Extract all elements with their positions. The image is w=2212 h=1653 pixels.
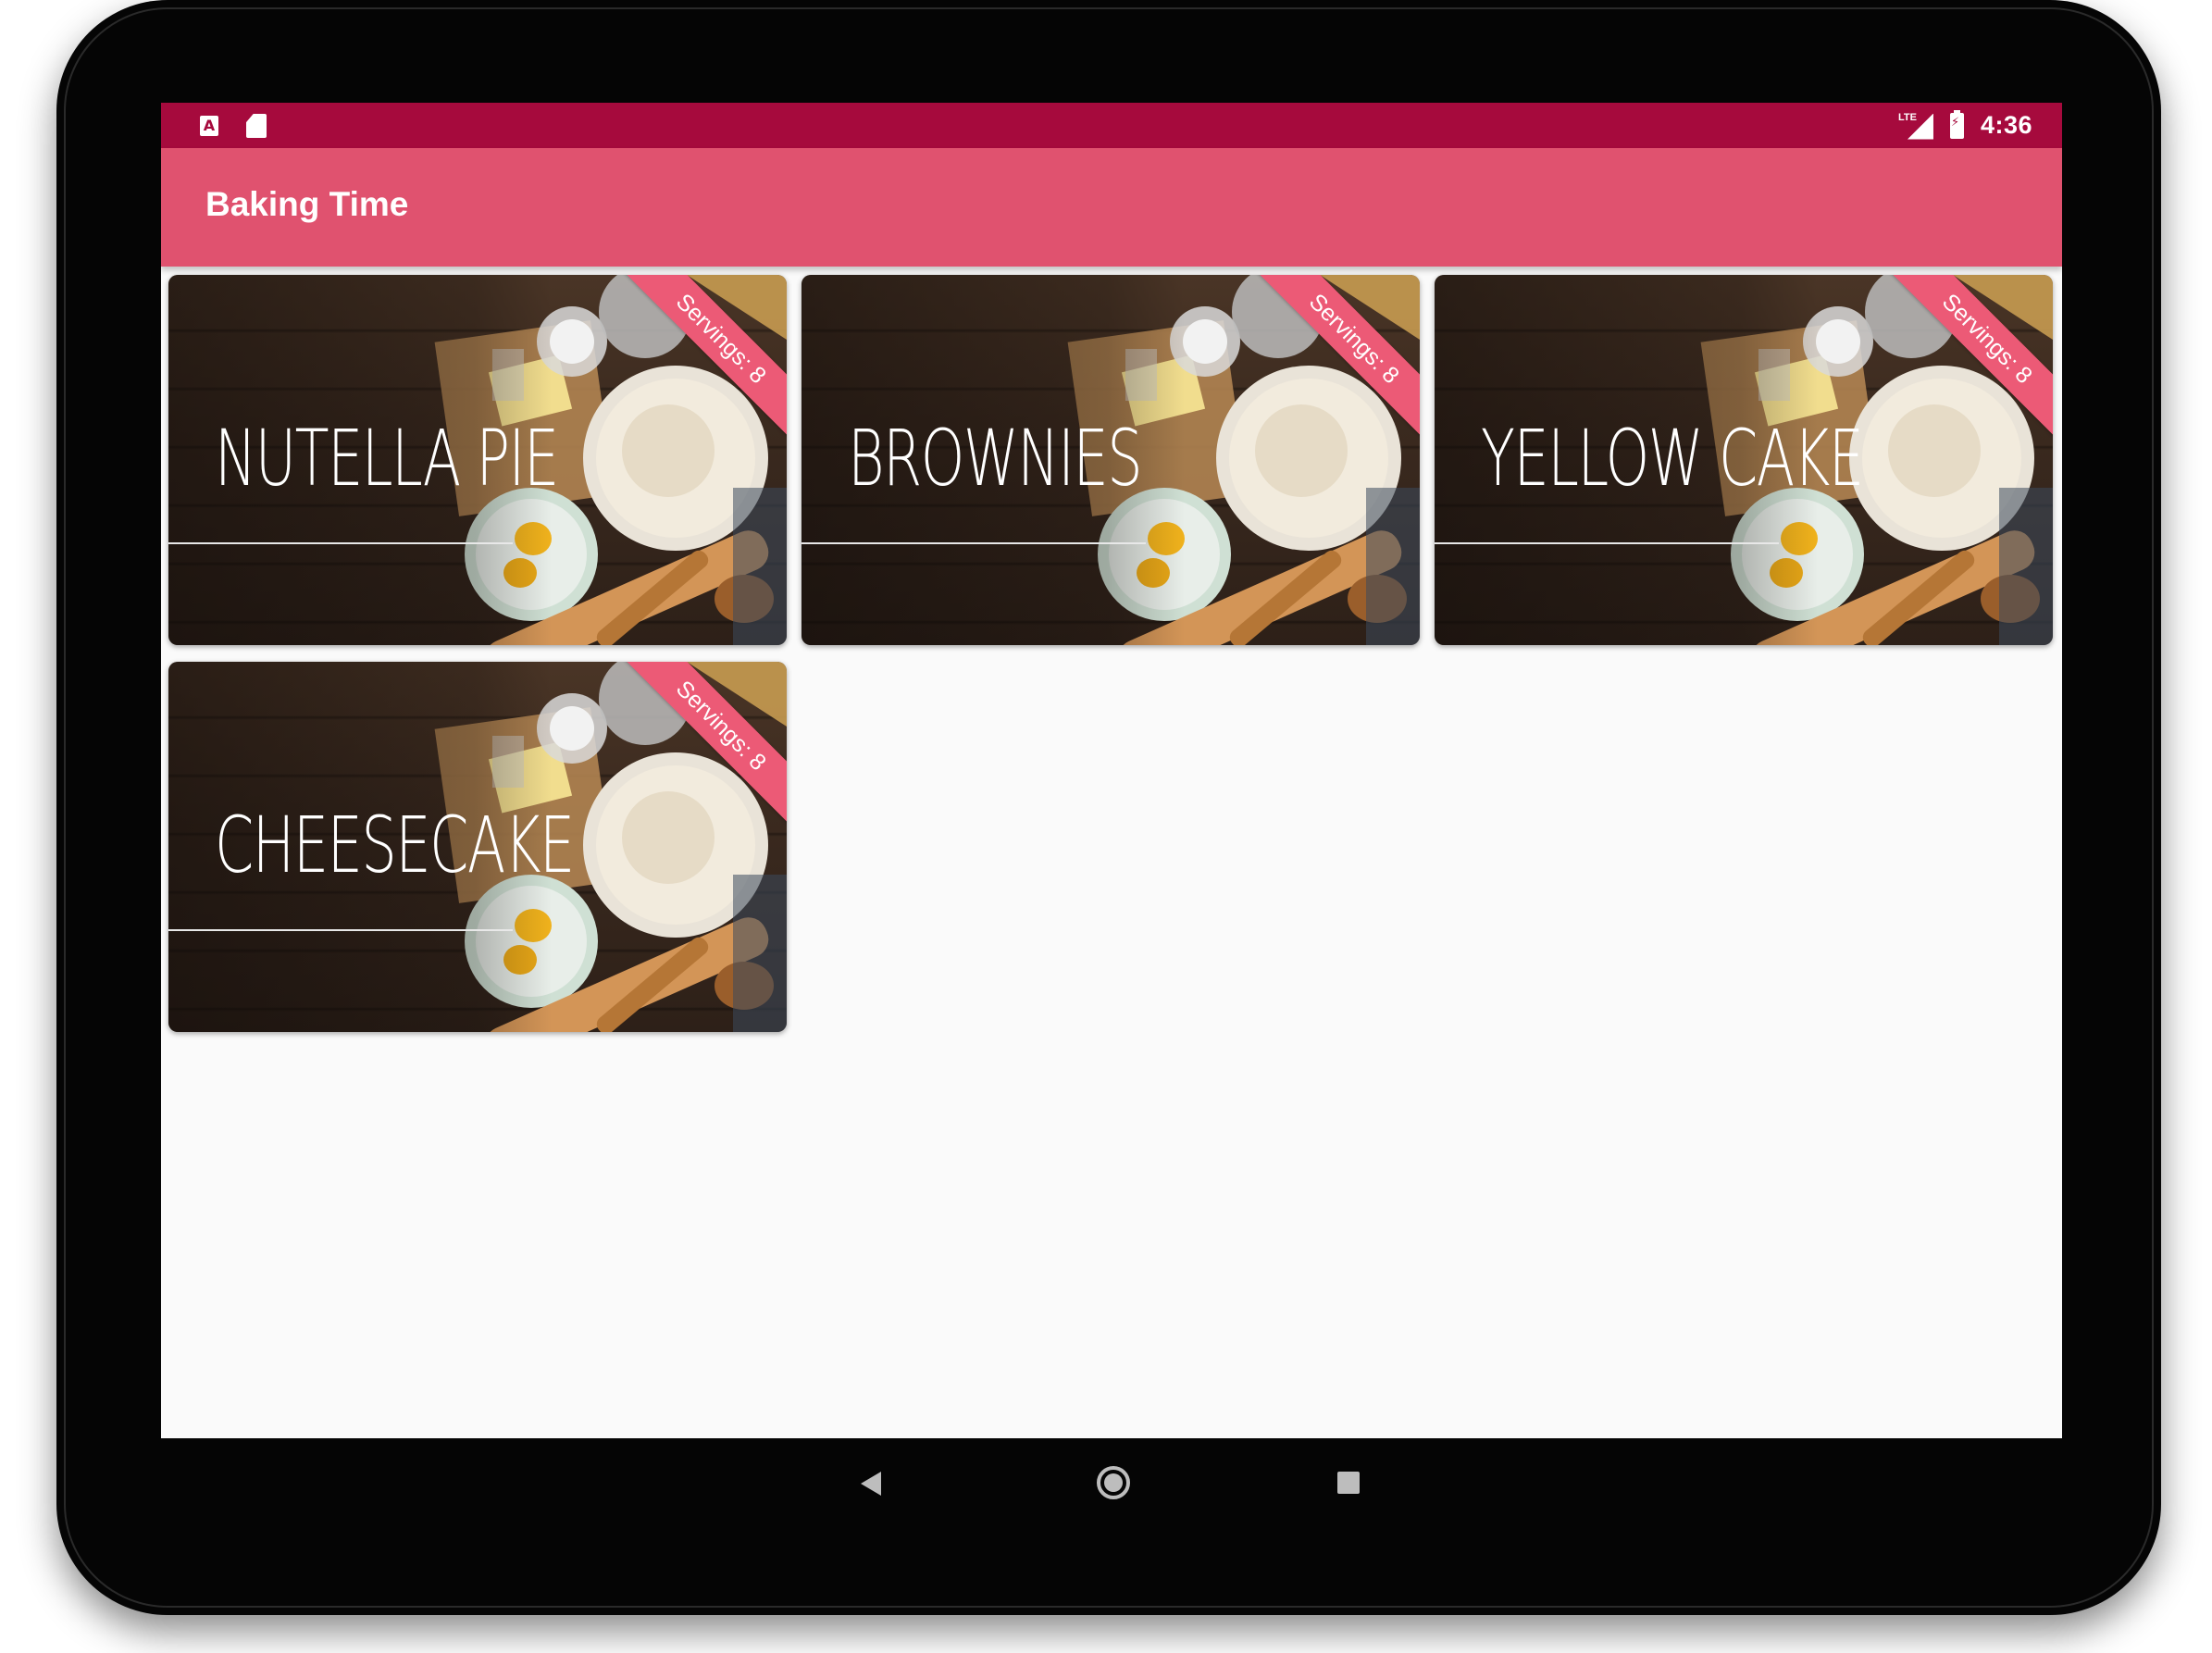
recipe-card[interactable]: BROWNIES Servings: 8 bbox=[802, 275, 1420, 645]
text-a-icon: A bbox=[200, 116, 218, 136]
battery-charging-icon bbox=[1949, 109, 1964, 139]
recipe-name: CHEESECAKE bbox=[215, 800, 575, 890]
screen: A LTE 4:36 Baking Time bbox=[161, 103, 2062, 1438]
sd-card-icon bbox=[246, 114, 267, 138]
recipe-divider bbox=[168, 542, 513, 544]
recipe-card[interactable]: CHEESECAKE Servings: 8 bbox=[168, 662, 787, 1032]
signal-icon: LTE bbox=[1898, 112, 1933, 140]
recipe-grid: NUTELLA PIE Servings: 8 BROWNIES Serving… bbox=[168, 275, 2053, 1032]
back-icon[interactable] bbox=[861, 1472, 881, 1496]
recipe-name: YELLOW CAKE bbox=[1481, 413, 1864, 503]
navigation-bar bbox=[161, 1438, 2062, 1531]
app-bar: Baking Time bbox=[161, 148, 2062, 267]
status-time: 4:36 bbox=[1980, 111, 2032, 139]
network-type-label: LTE bbox=[1897, 111, 1917, 123]
status-bar: A LTE 4:36 bbox=[161, 103, 2062, 148]
recipe-divider bbox=[802, 542, 1146, 544]
home-icon[interactable] bbox=[1097, 1466, 1130, 1499]
recipe-card[interactable]: YELLOW CAKE Servings: 8 bbox=[1435, 275, 2053, 645]
recipe-name: BROWNIES bbox=[848, 413, 1143, 503]
recents-icon[interactable] bbox=[1337, 1472, 1360, 1494]
recipe-divider bbox=[168, 929, 513, 931]
recipe-card[interactable]: NUTELLA PIE Servings: 8 bbox=[168, 275, 787, 645]
app-title: Baking Time bbox=[205, 185, 409, 223]
recipe-name: NUTELLA PIE bbox=[215, 413, 559, 503]
recipe-divider bbox=[1435, 542, 1779, 544]
